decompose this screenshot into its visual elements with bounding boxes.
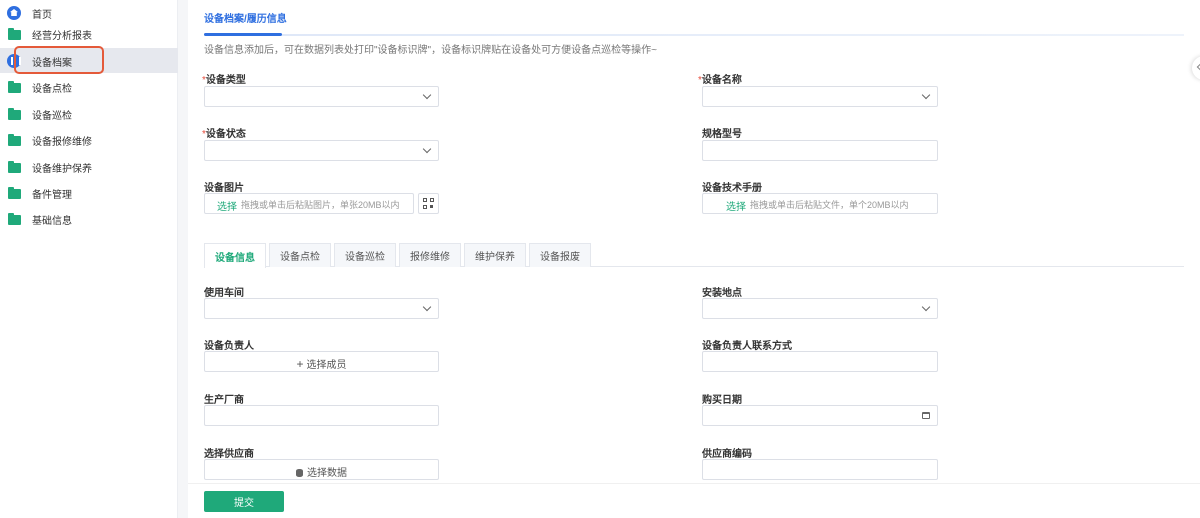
sidebar-item-device-inspection[interactable]: 设备巡检: [0, 101, 178, 127]
device-image-label: 设备图片: [204, 183, 244, 194]
sidebar: 首页 经营分析报表 设备档案 设备点检 设备巡检 设备报修维修 设备维护保养 备…: [0, 0, 178, 518]
device-name-select[interactable]: [702, 86, 938, 107]
tab-device-check[interactable]: 设备点检: [269, 243, 331, 267]
calendar-icon: [922, 412, 930, 419]
device-image-upload[interactable]: 选择 拖拽或单击后粘贴图片，单张20MB以内: [204, 193, 414, 214]
device-name-label: *设备名称: [698, 71, 742, 86]
sidebar-item-label: 设备点检: [32, 83, 72, 95]
tech-manual-upload[interactable]: 选择 拖拽或单击后粘贴文件，单个20MB以内: [702, 193, 938, 214]
folder-icon: [8, 80, 21, 93]
sidebar-item-maintenance[interactable]: 设备维护保养: [0, 154, 178, 180]
location-label: 安装地点: [702, 288, 742, 299]
sidebar-item-reports[interactable]: 经营分析报表: [0, 21, 178, 47]
page-hint: 设备信息添加后，可在数据列表处打印"设备标识牌"，设备标识牌贴在设备处可方便设备…: [204, 45, 657, 56]
button-text: 选择成员: [306, 360, 347, 371]
tab-device-info[interactable]: 设备信息: [204, 243, 266, 268]
chevron-down-icon: [422, 90, 432, 100]
device-type-label: *设备类型: [202, 71, 246, 86]
main-panel: 设备档案/履历信息 设备信息添加后，可在数据列表处打印"设备标识牌"，设备标识牌…: [188, 0, 1200, 518]
home-icon: [7, 6, 21, 20]
folder-icon: [8, 133, 21, 146]
sidebar-item-device-check[interactable]: 设备点检: [0, 74, 178, 100]
sidebar-item-label: 备件管理: [32, 189, 72, 201]
location-select[interactable]: [702, 298, 938, 319]
folder-icon: [8, 212, 21, 225]
sidebar-item-label: 基础信息: [32, 215, 72, 227]
sidebar-item-basic-info[interactable]: 基础信息: [0, 206, 178, 232]
detail-tabs: 设备信息 设备点检 设备巡检 报修维修 维护保养 设备报废: [204, 243, 1184, 268]
tab-repair[interactable]: 报修维修: [399, 243, 461, 267]
supplier-code-input[interactable]: [702, 459, 938, 480]
spec-model-input[interactable]: [702, 140, 938, 161]
supplier-code-label: 供应商编码: [702, 449, 752, 460]
folder-icon: [8, 160, 21, 173]
device-status-select[interactable]: [204, 140, 439, 161]
supplier-label: 选择供应商: [204, 449, 254, 460]
label-text: 设备名称: [701, 75, 742, 86]
manufacturer-label: 生产厂商: [204, 395, 244, 406]
folder-icon: [8, 27, 21, 40]
tab-maintenance[interactable]: 维护保养: [464, 243, 526, 267]
chevron-down-icon: [921, 302, 931, 312]
divider: [282, 34, 1184, 36]
spec-model-label: 规格型号: [702, 129, 742, 140]
label-text: 设备类型: [205, 75, 246, 86]
database-icon: [296, 469, 303, 477]
workshop-select[interactable]: [204, 298, 439, 319]
tab-scrap[interactable]: 设备报废: [529, 243, 591, 267]
upload-hint: 拖拽或单击后粘贴文件，单个20MB以内: [750, 200, 909, 210]
select-member-label: + 选择成员: [205, 356, 438, 371]
sidebar-item-repair[interactable]: 设备报修维修: [0, 127, 178, 153]
workshop-label: 使用车间: [204, 288, 244, 299]
choose-link[interactable]: 选择: [217, 198, 237, 213]
chevron-down-icon: [921, 90, 931, 100]
tech-manual-label: 设备技术手册: [702, 183, 762, 194]
plus-icon: +: [296, 357, 304, 371]
manufacturer-input[interactable]: [204, 405, 439, 426]
folder-icon: [8, 186, 21, 199]
sidebar-item-label: 设备巡检: [32, 110, 72, 122]
device-status-label: *设备状态: [202, 125, 246, 140]
sidebar-item-label: 经营分析报表: [32, 30, 92, 42]
submit-button[interactable]: 提交: [204, 491, 284, 512]
choose-link[interactable]: 选择: [726, 198, 746, 213]
label-text: 设备状态: [205, 129, 246, 140]
select-data-button[interactable]: 选择数据: [204, 459, 439, 480]
purchase-date-label: 购买日期: [702, 395, 742, 406]
page-tab-underline: [204, 33, 282, 36]
owner-contact-label: 设备负责人联系方式: [702, 341, 792, 352]
owner-label: 设备负责人: [204, 341, 254, 352]
select-data-label: 选择数据: [205, 464, 438, 479]
sidebar-item-spare-parts[interactable]: 备件管理: [0, 180, 178, 206]
sidebar-item-label: 首页: [32, 9, 52, 21]
owner-contact-input[interactable]: [702, 351, 938, 372]
action-bar: 提交: [188, 483, 1200, 518]
sidebar-item-label: 设备报修维修: [32, 136, 92, 148]
tab-device-inspection[interactable]: 设备巡检: [334, 243, 396, 267]
select-member-button[interactable]: + 选择成员: [204, 351, 439, 372]
selection-highlight: [14, 46, 104, 74]
upload-hint: 拖拽或单击后粘贴图片，单张20MB以内: [241, 200, 400, 210]
sidebar-item-label: 设备维护保养: [32, 163, 92, 175]
purchase-date-picker[interactable]: [702, 405, 938, 426]
chevron-down-icon: [422, 302, 432, 312]
device-type-select[interactable]: [204, 86, 439, 107]
qr-code-button[interactable]: [418, 193, 439, 214]
button-text: 选择数据: [307, 468, 347, 479]
page-tab-title[interactable]: 设备档案/履历信息: [204, 10, 287, 34]
folder-icon: [8, 107, 21, 120]
chevron-down-icon: [422, 144, 432, 154]
